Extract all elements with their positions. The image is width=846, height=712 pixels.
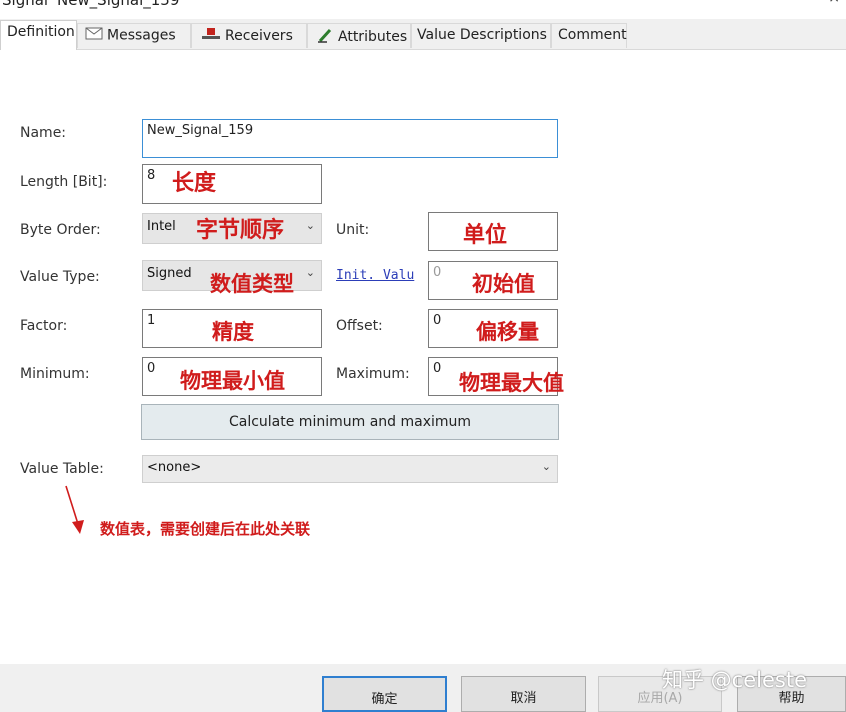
maximum-label: Maximum:: [336, 366, 410, 382]
tab-strip: Definition Messages Receivers Attributes…: [0, 19, 846, 50]
name-label: Name:: [20, 125, 67, 141]
value-table-annotation: 数值表，需要创建后在此处关联: [100, 520, 311, 538]
factor-annotation: 精度: [212, 319, 254, 344]
value-type-value: Signed: [147, 266, 192, 281]
value-table-label: Value Table:: [20, 461, 104, 477]
byte-order-annotation: 字节顺序: [196, 217, 285, 243]
init-value-annotation: 初始值: [472, 271, 535, 296]
byte-order-value: Intel: [147, 219, 176, 234]
envelope-icon: [85, 27, 103, 44]
name-input[interactable]: New_Signal_159: [142, 119, 558, 158]
maximum-annotation: 物理最大值: [459, 370, 564, 395]
watermark: 知乎 @celeste: [662, 668, 807, 692]
value-table-select[interactable]: <none> ⌄: [142, 455, 558, 483]
tab-definition[interactable]: Definition: [0, 20, 77, 50]
tab-label: Definition: [7, 24, 75, 40]
calculate-min-max-button[interactable]: Calculate minimum and maximum: [141, 404, 559, 440]
tab-label: Receivers: [225, 28, 293, 44]
offset-label: Offset:: [336, 318, 383, 334]
factor-label: Factor:: [20, 318, 68, 334]
init-value-link[interactable]: Init. Valu: [336, 268, 428, 283]
tab-label: Attributes: [338, 29, 408, 45]
tab-messages[interactable]: Messages: [77, 23, 191, 48]
window-title: Signal 'New_Signal_159': [2, 0, 184, 9]
chevron-down-icon: ⌄: [305, 219, 315, 232]
value-type-annotation: 数值类型: [210, 271, 294, 296]
unit-annotation: 单位: [463, 222, 508, 248]
cancel-button[interactable]: 取消: [461, 676, 586, 712]
tab-label: Comment: [558, 27, 627, 43]
tab-value-descriptions[interactable]: Value Descriptions: [411, 23, 551, 48]
ecu-icon: [201, 27, 221, 45]
unit-label: Unit:: [336, 222, 370, 238]
tab-label: Value Descriptions: [417, 27, 547, 43]
tab-comment[interactable]: Comment: [551, 23, 627, 48]
chevron-down-icon: ⌄: [541, 460, 551, 473]
tab-attributes[interactable]: Attributes: [307, 23, 411, 48]
title-bar: Signal 'New_Signal_159' ×: [0, 0, 846, 14]
chevron-down-icon: ⌄: [305, 266, 315, 279]
ok-button[interactable]: 确定: [322, 676, 447, 712]
length-input[interactable]: 8: [142, 164, 322, 204]
attribute-pen-icon: [316, 27, 334, 47]
minimum-annotation: 物理最小值: [180, 368, 285, 393]
value-table-value: <none>: [147, 460, 202, 475]
tab-receivers[interactable]: Receivers: [191, 23, 307, 48]
value-type-label: Value Type:: [20, 269, 100, 285]
byte-order-label: Byte Order:: [20, 222, 101, 238]
length-annotation: 长度: [172, 170, 217, 196]
length-label: Length [Bit]:: [20, 174, 108, 190]
annotation-arrow-icon: [65, 485, 84, 534]
offset-annotation: 偏移量: [476, 319, 539, 344]
tab-label: Messages: [107, 27, 176, 44]
close-icon[interactable]: ×: [828, 0, 840, 6]
minimum-label: Minimum:: [20, 366, 90, 382]
